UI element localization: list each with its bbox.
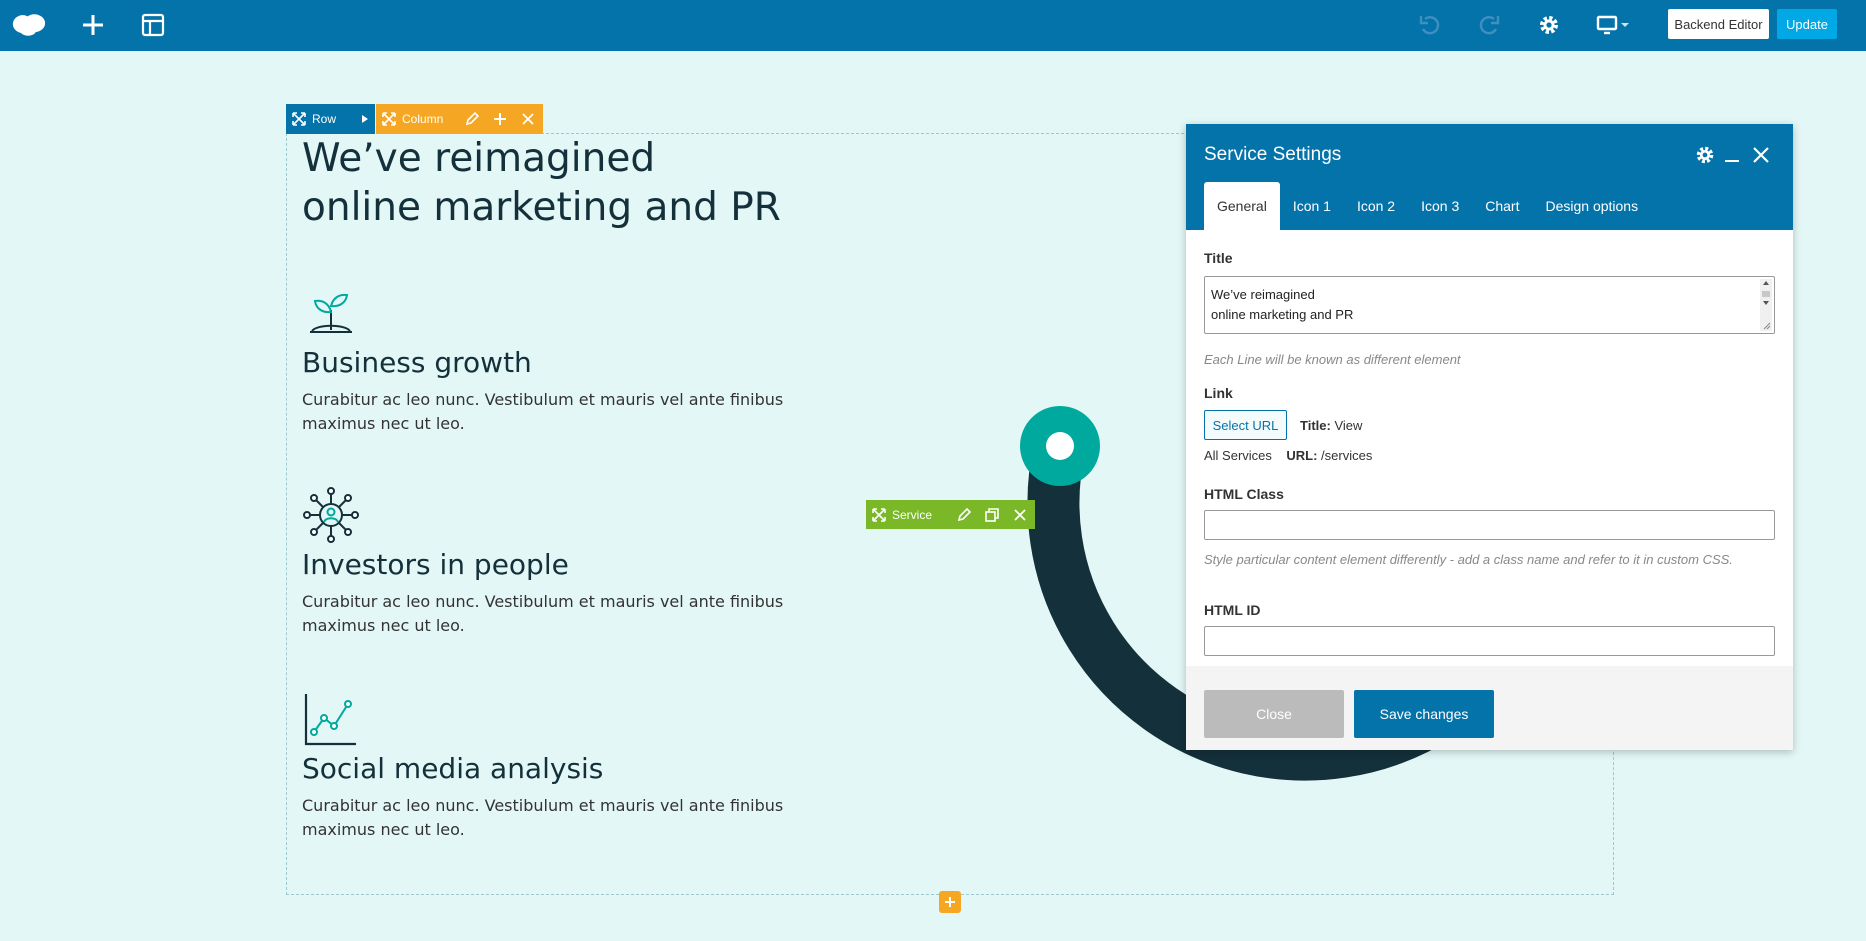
- pencil-icon[interactable]: [950, 501, 978, 529]
- title-value-line-2: online marketing and PR: [1211, 307, 1354, 322]
- network-icon: [303, 487, 359, 543]
- row-label[interactable]: Row: [312, 112, 356, 126]
- title-value-line-1: We’ve reimagined: [1211, 287, 1315, 302]
- tab-general[interactable]: General: [1204, 182, 1280, 230]
- save-changes-button[interactable]: Save changes: [1354, 690, 1494, 738]
- html-class-label: HTML Class: [1204, 486, 1284, 502]
- link-field-label: Link: [1204, 385, 1233, 401]
- headline-line-1: We’ve reimagined: [302, 136, 656, 181]
- close-button[interactable]: Close: [1204, 690, 1344, 738]
- tab-icon-2[interactable]: Icon 2: [1344, 182, 1408, 230]
- html-id-label: HTML ID: [1204, 602, 1261, 618]
- close-icon[interactable]: [1006, 501, 1034, 529]
- move-icon[interactable]: [866, 501, 892, 529]
- service-item: Social media analysis Curabitur ac leo n…: [302, 690, 822, 842]
- tab-design-options[interactable]: Design options: [1532, 182, 1651, 230]
- service-title: Social media analysis: [302, 752, 604, 785]
- plus-icon: [945, 897, 955, 907]
- move-icon[interactable]: [376, 105, 402, 133]
- link-title-cont: All Services: [1204, 448, 1272, 463]
- plus-icon[interactable]: [486, 105, 514, 133]
- service-text: Curabitur ac leo nunc. Vestibulum et mau…: [302, 390, 784, 433]
- backend-editor-button[interactable]: Backend Editor: [1668, 9, 1769, 39]
- html-id-input[interactable]: [1204, 626, 1775, 656]
- link-url-value: /services: [1321, 448, 1373, 463]
- service-label[interactable]: Service: [892, 508, 950, 522]
- monitor-icon[interactable]: [1594, 8, 1634, 42]
- link-title: Title: View: [1300, 418, 1362, 433]
- plus-icon[interactable]: [76, 8, 110, 42]
- chevron-right-icon[interactable]: [356, 105, 374, 133]
- html-class-hint: Style particular content element differe…: [1204, 552, 1733, 567]
- modal-footer: Close Save changes: [1186, 666, 1793, 750]
- sprout-icon: [310, 293, 352, 333]
- update-button[interactable]: Update: [1777, 9, 1837, 39]
- headline-line-2: online marketing and PR: [302, 185, 781, 230]
- close-icon[interactable]: [1747, 141, 1775, 169]
- service-settings-modal: Service Settings General Icon 1 Icon 2 I…: [1186, 124, 1793, 750]
- link-url-key: URL:: [1286, 448, 1318, 463]
- minimize-icon[interactable]: [1718, 141, 1746, 169]
- service-controls: Service: [866, 500, 1035, 529]
- tab-icon-1[interactable]: Icon 1: [1280, 182, 1344, 230]
- gear-icon[interactable]: [1532, 8, 1566, 42]
- service-title: Investors in people: [302, 548, 569, 581]
- clone-icon[interactable]: [978, 501, 1006, 529]
- service-text: Curabitur ac leo nunc. Vestibulum et mau…: [302, 592, 784, 635]
- link-title-value: View: [1334, 418, 1363, 433]
- title-hint: Each Line will be known as different ele…: [1204, 352, 1461, 367]
- service-title: Business growth: [302, 346, 532, 379]
- textarea-scrollbar[interactable]: [1760, 279, 1772, 331]
- service-item: Business growth Curabitur ac leo nunc. V…: [302, 284, 822, 436]
- link-details: All Services URL: /services: [1204, 448, 1372, 463]
- modal-title: Service Settings: [1204, 144, 1342, 165]
- redo-icon[interactable]: [1472, 8, 1506, 42]
- layout-icon[interactable]: [136, 8, 170, 42]
- gear-icon[interactable]: [1691, 141, 1719, 169]
- logo-icon[interactable]: [12, 8, 46, 42]
- line-chart-icon: [304, 694, 356, 746]
- html-class-input[interactable]: [1204, 510, 1775, 540]
- column-controls: Column: [376, 104, 543, 134]
- title-field-label: Title: [1204, 250, 1233, 266]
- close-icon[interactable]: [514, 105, 542, 133]
- service-text: Curabitur ac leo nunc. Vestibulum et mau…: [302, 796, 784, 839]
- title-textarea[interactable]: We’ve reimagined online marketing and PR: [1204, 276, 1775, 334]
- tab-chart[interactable]: Chart: [1472, 182, 1532, 230]
- link-title-key: Title:: [1300, 418, 1331, 433]
- add-element-button[interactable]: [939, 891, 961, 913]
- service-item: Investors in people Curabitur ac leo nun…: [302, 486, 822, 638]
- row-controls: Row: [286, 104, 375, 134]
- top-toolbar: Backend Editor Update: [0, 0, 1866, 51]
- modal-tabs: General Icon 1 Icon 2 Icon 3 Chart Desig…: [1204, 182, 1651, 230]
- undo-icon[interactable]: [1413, 8, 1447, 42]
- column-label[interactable]: Column: [402, 112, 458, 126]
- modal-header: Service Settings General Icon 1 Icon 2 I…: [1186, 124, 1793, 230]
- page-headline: We’ve reimagined online marketing and PR: [302, 134, 781, 232]
- move-icon[interactable]: [286, 105, 312, 133]
- pencil-icon[interactable]: [458, 105, 486, 133]
- select-url-button[interactable]: Select URL: [1204, 410, 1287, 440]
- tab-icon-3[interactable]: Icon 3: [1408, 182, 1472, 230]
